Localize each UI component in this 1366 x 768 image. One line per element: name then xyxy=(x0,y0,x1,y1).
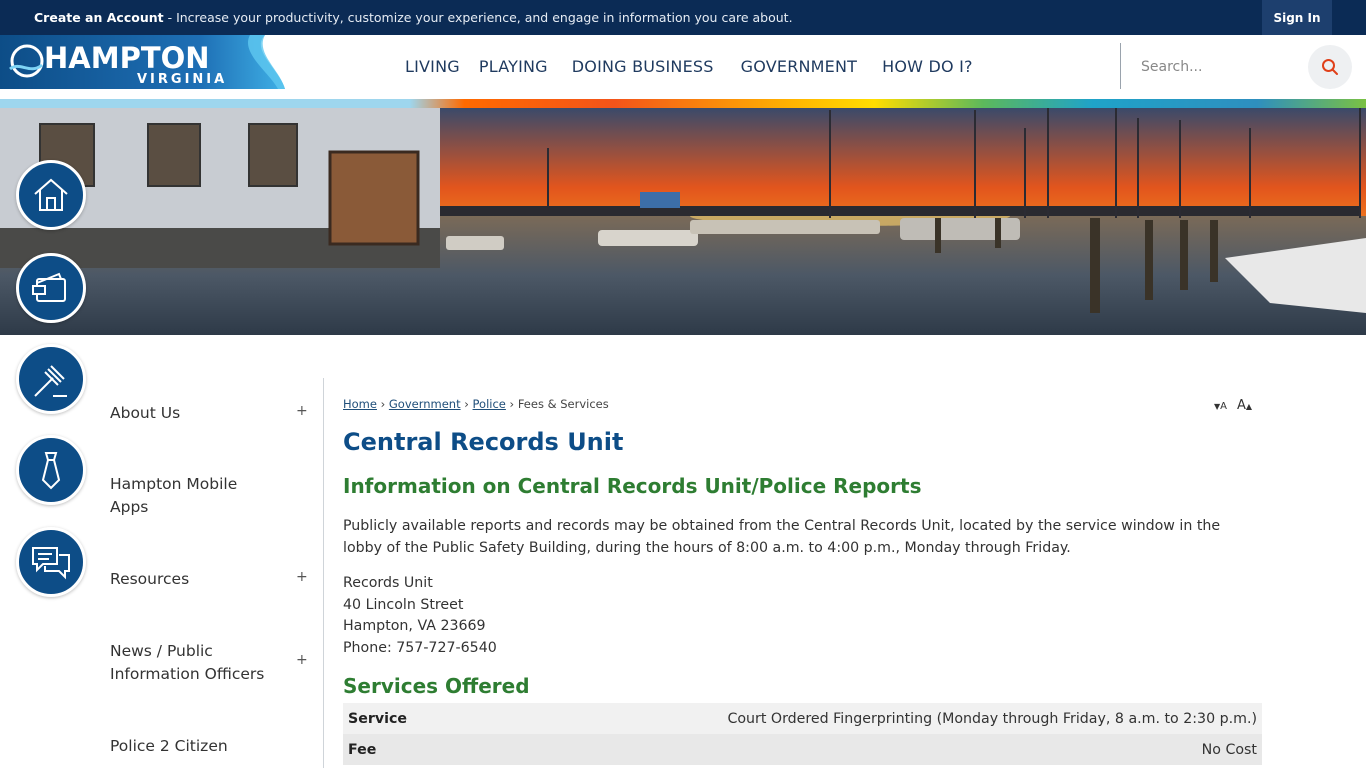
records-address: Records Unit 40 Lincoln Street Hampton, … xyxy=(343,573,497,660)
address-line-phone: Phone: 757-727-6540 xyxy=(343,640,497,657)
promo-text: - Increase your productivity, customize … xyxy=(163,10,793,25)
sidebar-item-resources[interactable]: Resources xyxy=(110,568,290,591)
create-account-link[interactable]: Create an Account xyxy=(34,10,164,25)
increase-font-button[interactable]: A▲ xyxy=(1237,398,1252,413)
table-value: No Cost xyxy=(1201,741,1257,758)
section-heading-services: Services Offered xyxy=(343,674,530,698)
sidebar-item-news-pio[interactable]: News / Public Information Officers xyxy=(110,640,285,686)
nav-living[interactable]: LIVING xyxy=(405,57,460,76)
header-divider xyxy=(1120,43,1121,89)
marina-sunset-banner xyxy=(0,108,1366,335)
sidebar-divider xyxy=(323,378,324,768)
table-row: Service Court Ordered Fingerprinting (Mo… xyxy=(343,703,1262,734)
wallet-icon xyxy=(32,272,66,302)
font-size-controls: ▼A A▲ xyxy=(1214,398,1252,413)
page-title: Central Records Unit xyxy=(343,428,624,456)
breadcrumb-home[interactable]: Home xyxy=(343,397,377,411)
chat-bubbles-icon xyxy=(32,547,70,580)
courts-quick-link[interactable] xyxy=(16,344,86,414)
sidebar-item-mobile-apps[interactable]: Hampton Mobile Apps xyxy=(110,473,260,519)
address-line-name: Records Unit xyxy=(343,575,433,591)
jobs-quick-link[interactable] xyxy=(16,435,86,505)
expand-resources-button[interactable]: + xyxy=(296,569,308,585)
home-quick-link[interactable] xyxy=(16,160,86,230)
table-key: Fee xyxy=(348,741,377,758)
breadcrumb-separator: › xyxy=(380,397,386,411)
logo-wordmark: HAMPTON xyxy=(44,41,210,75)
create-account-promo[interactable]: Create an Account - Increase your produc… xyxy=(34,10,793,25)
expand-news-button[interactable]: + xyxy=(296,652,308,668)
main-navigation: LIVING PLAYING DOING BUSINESS GOVERNMENT… xyxy=(405,57,973,76)
sidebar-item-about-us[interactable]: About Us xyxy=(110,402,290,425)
expand-about-us-button[interactable]: + xyxy=(296,403,308,419)
gavel-icon xyxy=(34,365,67,397)
account-promo-bar: Create an Account - Increase your produc… xyxy=(0,0,1366,35)
breadcrumb-separator: › xyxy=(509,397,515,411)
breadcrumb-current: Fees & Services xyxy=(517,397,609,411)
site-header: HAMPTON VIRGINIA LIVING PLAYING DOING BU… xyxy=(0,35,1366,100)
nav-how-do-i[interactable]: HOW DO I? xyxy=(882,57,973,76)
decrease-font-button[interactable]: ▼A xyxy=(1214,398,1227,413)
hampton-logo[interactable]: HAMPTON VIRGINIA xyxy=(0,35,285,89)
nav-doing-business[interactable]: DOING BUSINESS xyxy=(572,57,714,76)
table-row: Fee No Cost xyxy=(343,734,1262,765)
color-stripe xyxy=(0,99,1366,108)
home-icon xyxy=(34,178,68,211)
sign-in-button[interactable]: Sign In xyxy=(1262,0,1332,35)
payments-quick-link[interactable] xyxy=(16,253,86,323)
section-heading-info: Information on Central Records Unit/Poli… xyxy=(343,474,922,498)
table-key: Service xyxy=(348,710,407,727)
search-input[interactable] xyxy=(1131,53,1301,81)
search-icon xyxy=(1322,59,1338,75)
records-description: Publicly available reports and records m… xyxy=(343,518,1221,556)
nav-playing[interactable]: PLAYING xyxy=(479,57,548,76)
breadcrumb-separator: › xyxy=(464,397,469,411)
breadcrumb: Home › Government › Police › Fees & Serv… xyxy=(343,397,609,411)
logo-subtitle: VIRGINIA xyxy=(137,72,227,87)
nav-government[interactable]: GOVERNMENT xyxy=(741,57,858,76)
search-button[interactable] xyxy=(1308,45,1352,89)
services-table: Service Court Ordered Fingerprinting (Mo… xyxy=(343,703,1262,765)
breadcrumb-government[interactable]: Government xyxy=(389,397,461,411)
contact-quick-link[interactable] xyxy=(16,527,86,597)
address-line-street: 40 Lincoln Street xyxy=(343,596,464,613)
address-line-city: Hampton, VA 23669 xyxy=(343,618,486,635)
sidebar-item-police-2-citizen[interactable]: Police 2 Citizen xyxy=(110,735,290,758)
breadcrumb-police[interactable]: Police xyxy=(473,397,506,411)
table-value: Court Ordered Fingerprinting (Monday thr… xyxy=(727,710,1257,727)
necktie-icon xyxy=(41,452,61,490)
